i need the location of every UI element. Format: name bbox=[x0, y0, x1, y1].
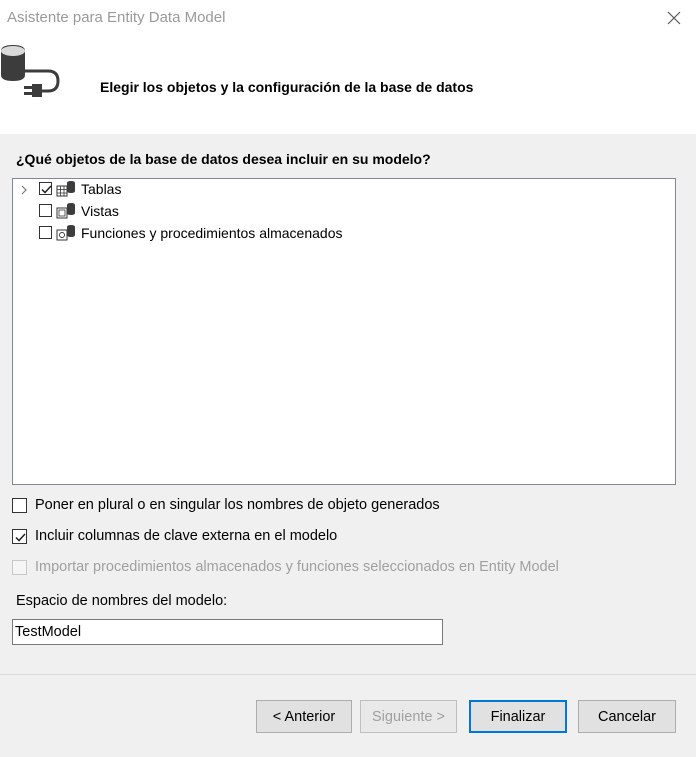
footer-divider bbox=[0, 674, 696, 675]
page-title: Elegir los objetos y la configuración de… bbox=[100, 79, 474, 95]
import-procedures-checkbox bbox=[12, 560, 27, 575]
next-button: Siguiente > bbox=[360, 700, 457, 733]
database-connect-icon bbox=[0, 43, 64, 102]
chevron-right-icon[interactable] bbox=[19, 183, 29, 199]
previous-button[interactable]: < Anterior bbox=[256, 700, 352, 733]
tree-item-label: Vistas bbox=[81, 203, 119, 219]
tree-item-label: Funciones y procedimientos almacenados bbox=[81, 225, 343, 241]
tree-checkbox-funciones[interactable] bbox=[39, 226, 52, 239]
finish-button[interactable]: Finalizar bbox=[469, 700, 567, 733]
option-pluralize[interactable]: Poner en plural o en singular los nombre… bbox=[12, 497, 612, 518]
close-icon[interactable] bbox=[662, 6, 686, 30]
tree-item-label: Tablas bbox=[81, 181, 122, 197]
option-label: Poner en plural o en singular los nombre… bbox=[35, 497, 440, 513]
foreign-keys-checkbox[interactable] bbox=[12, 529, 27, 544]
stored-procedures-icon bbox=[56, 224, 76, 245]
views-icon bbox=[56, 202, 76, 223]
tree-checkbox-vistas[interactable] bbox=[39, 204, 52, 217]
namespace-input[interactable] bbox=[12, 619, 443, 645]
option-label: Incluir columnas de clave externa en el … bbox=[35, 528, 338, 544]
tree-item-tablas[interactable]: Tablas bbox=[13, 179, 673, 201]
window-title: Asistente para Entity Data Model bbox=[7, 9, 226, 26]
title-bar: Asistente para Entity Data Model bbox=[0, 0, 696, 36]
tables-icon bbox=[56, 180, 76, 201]
objects-question: ¿Qué objetos de la base de datos desea i… bbox=[16, 151, 431, 167]
option-import-procedures: Importar procedimientos almacenados y fu… bbox=[12, 559, 612, 580]
tree-checkbox-tablas[interactable] bbox=[39, 182, 52, 195]
objects-tree[interactable]: Tablas Vistas Funciones y procedimientos… bbox=[12, 178, 676, 485]
tree-item-vistas[interactable]: Vistas bbox=[13, 201, 673, 223]
option-label: Importar procedimientos almacenados y fu… bbox=[35, 559, 559, 575]
option-foreign-keys[interactable]: Incluir columnas de clave externa en el … bbox=[12, 528, 612, 549]
cancel-button[interactable]: Cancelar bbox=[578, 700, 676, 733]
wizard-header: Elegir los objetos y la configuración de… bbox=[0, 36, 696, 134]
namespace-label: Espacio de nombres del modelo: bbox=[16, 593, 228, 609]
pluralize-checkbox[interactable] bbox=[12, 498, 27, 513]
tree-item-funciones[interactable]: Funciones y procedimientos almacenados bbox=[13, 223, 673, 245]
